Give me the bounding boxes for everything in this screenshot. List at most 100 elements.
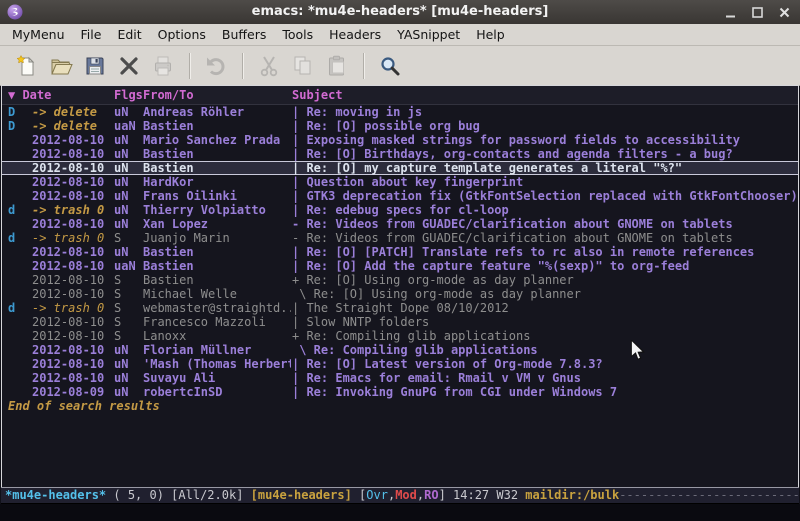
message-row[interactable]: d -> trash 0 S webmaster@straightd... | … [2,301,798,315]
modeline-segment: 14:27 W32 [446,488,525,502]
search-button[interactable] [373,51,407,81]
menu-bar: MyMenu File Edit Options Buffers Tools H… [0,24,800,46]
message-row[interactable]: 2012-08-10 uN 'Mash (Thomas Herbert) | R… [2,357,798,371]
message-date: 2012-08-10 [32,259,104,273]
menu-mymenu[interactable]: MyMenu [4,25,73,44]
menu-headers[interactable]: Headers [321,25,389,44]
menu-edit[interactable]: Edit [109,25,149,44]
open-file-button[interactable] [44,51,78,81]
window-controls [723,0,792,24]
menu-tools[interactable]: Tools [274,25,321,44]
message-flags: uN [114,203,128,217]
message-subject: | Re: [O] possible org bug [292,119,480,133]
undo-button[interactable] [199,51,233,81]
message-flags: uN [114,133,128,147]
message-flags: S [114,329,121,343]
message-from: Francesco Mazzoli [143,315,291,329]
message-flags: uN [114,357,128,371]
message-date: 2012-08-10 [32,161,104,175]
message-from: Xan Lopez [143,217,291,231]
message-from: robertcInSD [143,385,291,399]
minimize-button[interactable] [723,5,738,20]
menu-help[interactable]: Help [468,25,513,44]
menu-yasnippet[interactable]: YASnippet [389,25,468,44]
message-subject: | GTK3 deprecation fix (GtkFontSelection… [292,189,798,203]
menu-options[interactable]: Options [150,25,214,44]
message-row[interactable]: 2012-08-10 uN Frans Oilinki | GTK3 depre… [2,189,798,203]
message-flags: S [114,287,121,301]
message-date: 2012-08-10 [32,217,104,231]
save-button[interactable] [78,51,112,81]
message-row[interactable]: 2012-08-10 uN HardKor | Question about k… [2,175,798,189]
message-row[interactable]: 2012-08-10 S Lanoxx + Re: Compiling glib… [2,329,798,343]
copy-button[interactable] [286,51,320,81]
message-flags: uN [114,371,128,385]
message-row[interactable]: 2012-08-10 uN Florian Müllner \ Re: Comp… [2,343,798,357]
message-row[interactable]: 2012-08-10 uaN Bastien | Re: [O] Add the… [2,259,798,273]
cut-button[interactable] [252,51,286,81]
tool-bar [0,46,800,86]
menu-file[interactable]: File [73,25,110,44]
close-buffer-button[interactable] [112,51,146,81]
message-subject: - Re: Videos from GUADEC/clarification a… [292,231,733,245]
message-row[interactable]: 2012-08-10 uN Bastien | Re: [O] Birthday… [2,147,798,161]
column-header-from[interactable]: From/To [143,86,194,104]
message-date: 2012-08-10 [32,273,104,287]
column-header-subject[interactable]: Subject [292,86,343,104]
modeline-segment: Mod [395,488,417,502]
message-flags: uN [114,385,128,399]
menu-buffers[interactable]: Buffers [214,25,274,44]
message-row[interactable]: 2012-08-10 uN Bastien | Re: [O] my captu… [2,161,798,175]
message-flags: uN [114,245,128,259]
message-row[interactable]: 2012-08-10 S Bastien + Re: [O] Using org… [2,273,798,287]
message-from: Bastien [143,273,291,287]
message-row[interactable]: 2012-08-10 uN Suvayu Ali | Re: Emacs for… [2,371,798,385]
maximize-button[interactable] [750,5,765,20]
column-header-flags[interactable]: Flgs [114,86,143,104]
save-icon [83,54,107,78]
message-row[interactable]: 2012-08-10 uN Bastien | Re: [O] [PATCH] … [2,245,798,259]
message-date: -> trash 0 [32,301,104,315]
copy-icon [291,54,315,78]
message-row[interactable]: d -> trash 0 S Juanjo Marin - Re: Videos… [2,231,798,245]
title-bar[interactable]: emacs: *mu4e-headers* [mu4e-headers] [0,0,800,24]
message-subject: | Re: Emacs for email: Rmail v VM v Gnus [292,371,581,385]
message-flags: uaN [114,259,136,273]
message-subject: + Re: Compiling glib applications [292,329,530,343]
message-row[interactable]: 2012-08-10 uN Mario Sanchez Prada | Expo… [2,133,798,147]
message-flags: S [114,315,121,329]
window-title: emacs: *mu4e-headers* [mu4e-headers] [0,0,800,24]
message-subject: | Re: edebug specs for cl-loop [292,203,509,217]
message-flags: uN [114,175,128,189]
message-row[interactable]: D -> delete uN Andreas Röhler | Re: movi… [2,105,798,119]
message-row[interactable]: 2012-08-10 S Michael Welle \ Re: [O] Usi… [2,287,798,301]
modeline-segment: ( 5, 0) [All/2.0k] [106,488,251,502]
message-from: Bastien [143,245,291,259]
message-from: Bastien [143,259,291,273]
message-date: 2012-08-10 [32,371,104,385]
message-flags: uN [114,217,128,231]
mode-line[interactable]: *mu4e-headers* ( 5, 0) [All/2.0k] [mu4e-… [1,487,799,504]
close-button[interactable] [777,5,792,20]
message-flags: uN [114,343,128,357]
message-subject: \ Re: Compiling glib applications [292,343,538,357]
column-header-date[interactable]: ▼ Date [8,86,51,104]
message-row[interactable]: 2012-08-09 uN robertcInSD | Re: Invoking… [2,385,798,399]
message-subject: | Re: [O] [PATCH] Translate refs to rc a… [292,245,754,259]
new-file-button[interactable] [10,51,44,81]
message-flags: uN [114,147,128,161]
message-row[interactable]: d -> trash 0 uN Thierry Volpiatto | Re: … [2,203,798,217]
print-button[interactable] [146,51,180,81]
message-row[interactable]: D -> delete uaN Bastien | Re: [O] possib… [2,119,798,133]
paste-button[interactable] [320,51,354,81]
message-from: Lanoxx [143,329,291,343]
message-row[interactable]: 2012-08-10 uN Xan Lopez - Re: Videos fro… [2,217,798,231]
open-file-icon [49,54,73,78]
message-row[interactable]: 2012-08-10 S Francesco Mazzoli | Slow NN… [2,315,798,329]
message-list: D -> delete uN Andreas Röhler | Re: movi… [2,105,798,399]
minibuffer[interactable] [0,504,800,521]
end-of-results: End of search results [2,399,798,413]
toolbar-separator [189,53,190,79]
message-mark: D [8,119,15,133]
message-from: Thierry Volpiatto [143,203,291,217]
